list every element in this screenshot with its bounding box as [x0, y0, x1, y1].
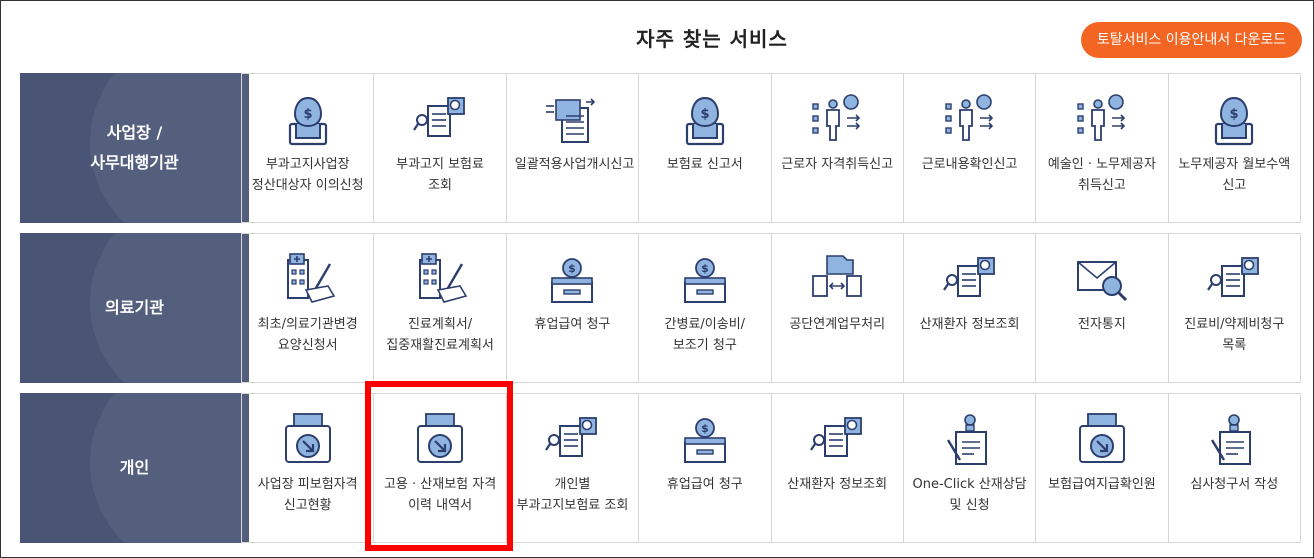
- folder-exchange-icon: [807, 250, 867, 310]
- service-tile[interactable]: 근로내용확인신고: [904, 74, 1037, 222]
- svg-text:$: $: [1230, 107, 1239, 122]
- printer-download-icon: [278, 410, 338, 470]
- service-tile[interactable]: 근로자 자격취득신고: [772, 74, 904, 222]
- worker-list-icon: [1072, 90, 1132, 150]
- service-tile[interactable]: 진료비/약제비청구 목록: [1169, 234, 1300, 382]
- service-tile[interactable]: 최초/의료기관변경 요양신청서: [242, 234, 375, 382]
- service-label: 휴업급여 청구: [534, 317, 611, 332]
- service-tile[interactable]: $ 노무제공자 월보수액 신고: [1169, 74, 1300, 222]
- coin-box-icon: $: [675, 410, 735, 470]
- hospital-document-icon: [410, 250, 470, 310]
- document-search-icon: [410, 90, 470, 150]
- category-row: 의료기관 최초/의료기관변경 요양신청서 진료계획서/집중재활진료계획서 $ 휴업급여 …: [20, 233, 1301, 383]
- category-label: 개인: [20, 393, 249, 543]
- pen-document-icon: [940, 410, 1000, 470]
- document-search-icon: [940, 250, 1000, 310]
- service-tile[interactable]: 예술인 · 노무제공자 취득신고: [1036, 74, 1169, 222]
- service-tile[interactable]: $ 휴업급여 청구: [639, 394, 772, 542]
- coin-box-icon: $: [542, 250, 602, 310]
- service-label: 최초/의료기관변경 요양신청서: [257, 317, 358, 353]
- category-label: 사업장 / 사무대행기관: [20, 73, 249, 223]
- service-label: 전자통지: [1078, 317, 1126, 332]
- service-tile[interactable]: 공단연계업무처리: [772, 234, 904, 382]
- service-label: 부과고지 보험료 조회: [396, 157, 484, 193]
- svg-text:$: $: [303, 107, 312, 122]
- service-tile[interactable]: 전자통지: [1036, 234, 1169, 382]
- category-label: 의료기관: [20, 233, 249, 383]
- document-search-icon: [807, 410, 867, 470]
- mail-search-icon: [1072, 250, 1132, 310]
- service-tile[interactable]: 부과고지 보험료 조회: [374, 74, 507, 222]
- service-label: 간병료/이송비/보조기 청구: [664, 317, 746, 353]
- service-tile[interactable]: 진료계획서/집중재활진료계획서: [374, 234, 507, 382]
- service-tile[interactable]: 일괄적용사업개시신고: [507, 74, 640, 222]
- worker-list-icon: [940, 90, 1000, 150]
- service-label: 진료비/약제비청구 목록: [1184, 317, 1285, 353]
- category-name: 개인: [119, 458, 150, 477]
- category-name: 사업장 / 사무대행기관: [90, 123, 179, 172]
- service-tile[interactable]: 고용 · 산재보험 자격 이력 내역서: [374, 394, 507, 542]
- service-tile[interactable]: $ 휴업급여 청구: [507, 234, 640, 382]
- money-bag-monitor-icon: $: [675, 90, 735, 150]
- service-label: 보험료 신고서: [666, 157, 743, 172]
- service-tile[interactable]: 개인별 부과고지보험료 조회: [507, 394, 640, 542]
- svg-text:$: $: [700, 107, 709, 122]
- pen-document-icon: [1204, 410, 1264, 470]
- money-bag-monitor-icon: $: [278, 90, 338, 150]
- service-label: 일괄적용사업개시신고: [514, 157, 635, 172]
- printer-download-icon: [410, 410, 470, 470]
- service-label: 산재환자 정보조회: [787, 477, 888, 492]
- service-tiles: 최초/의료기관변경 요양신청서 진료계획서/집중재활진료계획서 $ 휴업급여 청구 $ 간…: [241, 233, 1301, 383]
- svg-text:$: $: [701, 262, 709, 275]
- service-tiles: 사업장 피보험자격 신고현황 고용 · 산재보험 자격 이력 내역서 개인별 부과고…: [241, 393, 1301, 543]
- category-row: 사업장 / 사무대행기관 $ 부과고지사업장 정산대상자 이의신청 부과고지 보험료 …: [20, 73, 1301, 223]
- service-label: 산재환자 정보조회: [919, 317, 1020, 332]
- service-label: 사업장 피보험자격 신고현황: [257, 477, 358, 513]
- service-label: 개인별 부과고지보험료 조회: [516, 477, 629, 513]
- printer-download-icon: [1072, 410, 1132, 470]
- service-tiles: $ 부과고지사업장 정산대상자 이의신청 부과고지 보험료 조회 일괄적용사업개시신고…: [241, 73, 1301, 223]
- svg-text:$: $: [569, 262, 577, 275]
- document-list-icon: [542, 90, 602, 150]
- service-label: 부과고지사업장 정산대상자 이의신청: [251, 157, 364, 193]
- hospital-document-icon: [278, 250, 338, 310]
- category-name: 의료기관: [105, 298, 164, 317]
- worker-list-icon: [807, 90, 867, 150]
- service-label: 예술인 · 노무제공자 취득신고: [1047, 157, 1156, 193]
- service-tile[interactable]: $ 부과고지사업장 정산대상자 이의신청: [242, 74, 375, 222]
- service-label: 노무제공자 월보수액 신고: [1178, 157, 1291, 193]
- service-tile[interactable]: $ 보험료 신고서: [639, 74, 772, 222]
- service-label: 공단연계업무처리: [789, 317, 886, 332]
- download-guide-button[interactable]: 토탈서비스 이용안내서 다운로드: [1081, 22, 1302, 58]
- service-label: 고용 · 산재보험 자격 이력 내역서: [383, 477, 497, 513]
- service-tile[interactable]: 사업장 피보험자격 신고현황: [242, 394, 375, 542]
- coin-box-icon: $: [675, 250, 735, 310]
- service-tile[interactable]: 산재환자 정보조회: [772, 394, 904, 542]
- service-tile[interactable]: One-Click 산재상담 및 신청: [904, 394, 1037, 542]
- category-row: 개인 사업장 피보험자격 신고현황 고용 · 산재보험 자격 이력 내역서 개인별 부…: [20, 393, 1301, 543]
- service-label: 심사청구서 작성: [1190, 477, 1279, 492]
- svg-text:$: $: [701, 422, 709, 435]
- service-label: 보험급여지급확인원: [1048, 477, 1156, 492]
- service-tile[interactable]: $ 간병료/이송비/보조기 청구: [639, 234, 772, 382]
- service-label: 근로자 자격취득신고: [781, 157, 894, 172]
- service-label: One-Click 산재상담 및 신청: [912, 477, 1027, 513]
- service-label: 진료계획서/집중재활진료계획서: [386, 317, 494, 353]
- service-tile[interactable]: 보험급여지급확인원: [1036, 394, 1169, 542]
- service-label: 근로내용확인신고: [921, 157, 1018, 172]
- service-tile[interactable]: 산재환자 정보조회: [904, 234, 1037, 382]
- money-bag-monitor-icon: $: [1204, 90, 1264, 150]
- service-label: 휴업급여 청구: [666, 477, 743, 492]
- document-search-icon: [542, 410, 602, 470]
- service-tile[interactable]: 심사청구서 작성: [1169, 394, 1300, 542]
- document-search-icon: [1204, 250, 1264, 310]
